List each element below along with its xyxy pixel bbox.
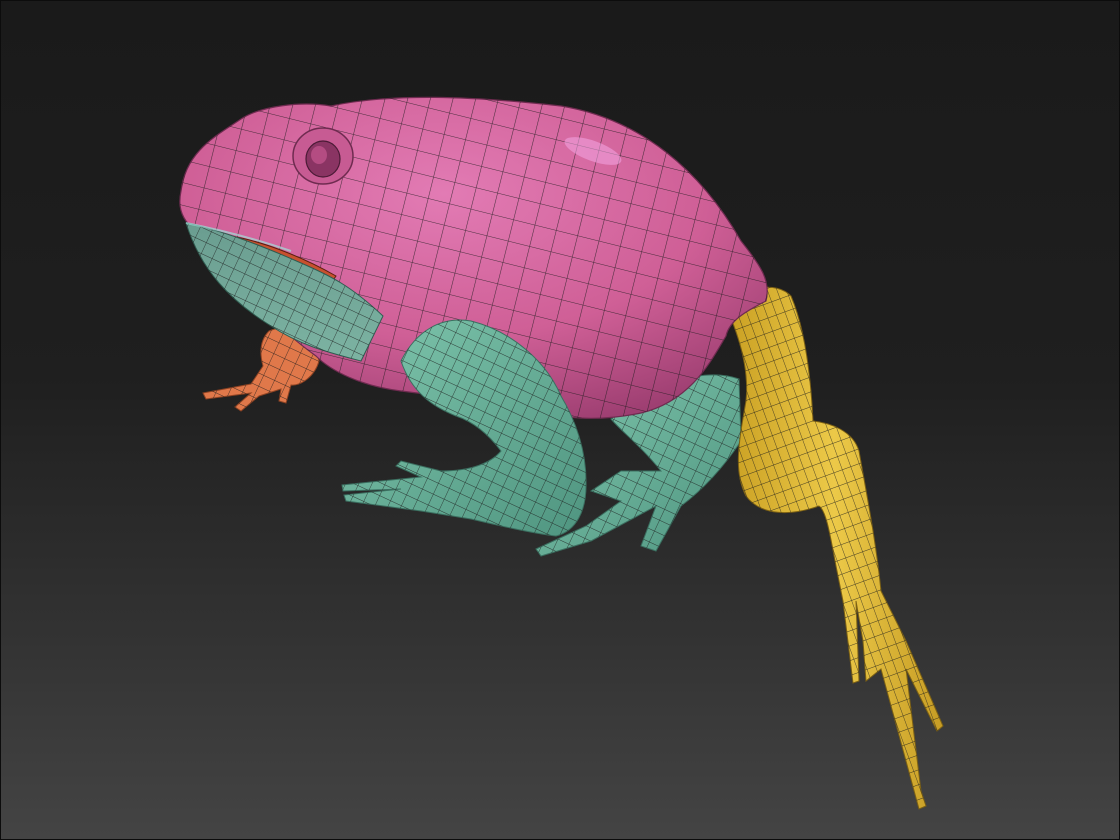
eye: [292, 127, 354, 185]
3d-viewport[interactable]: [0, 0, 1120, 840]
frog-model[interactable]: [1, 1, 1120, 840]
hind-leg[interactable]: [725, 286, 944, 810]
